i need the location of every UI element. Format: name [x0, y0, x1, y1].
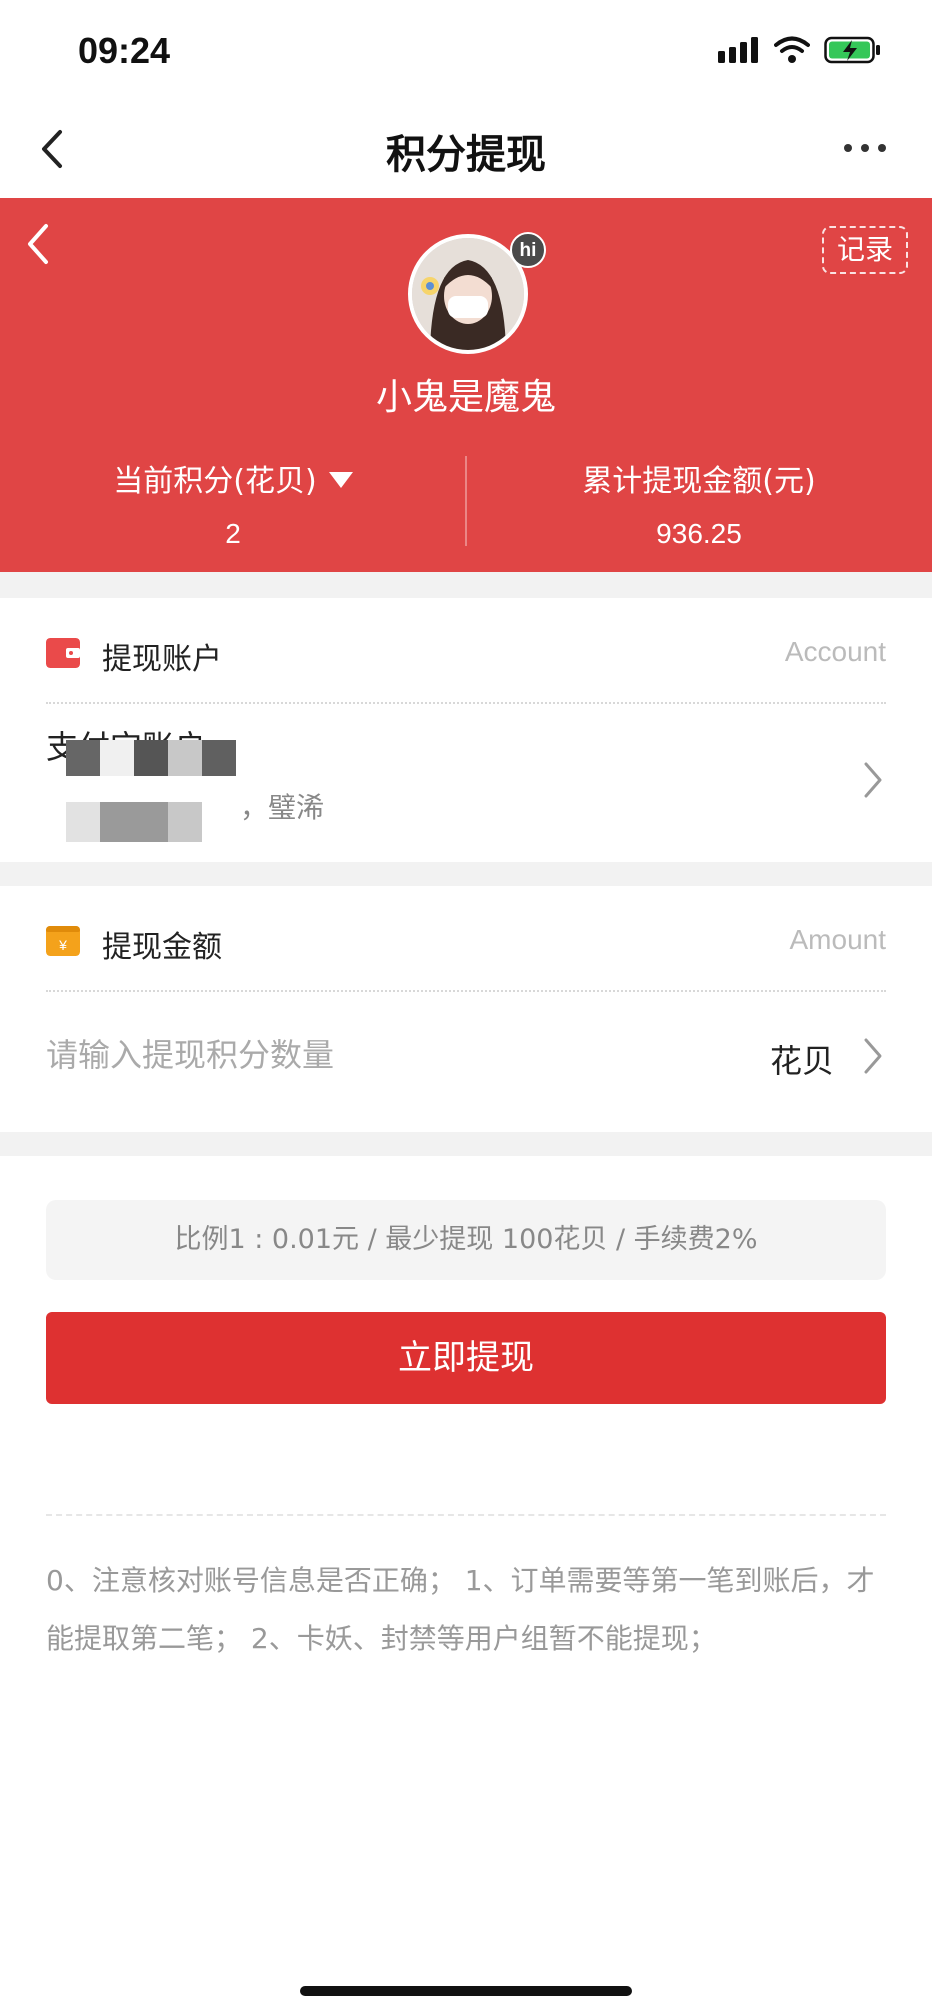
signal-icon [718, 37, 758, 63]
username: 小鬼是魔鬼 [375, 377, 556, 418]
privacy-mosaic-2 [66, 802, 202, 842]
amount-input[interactable]: 请输入提现积分数量 [46, 1030, 334, 1076]
total-label: 累计提现金额(元) [582, 464, 816, 499]
account-section-header: 提现账户 Account [46, 606, 886, 704]
ratio-info: 比例1 : 0.01元 / 最少提现 100花贝 / 手续费2% [46, 1200, 886, 1280]
more-icon[interactable] [838, 126, 892, 170]
total-value: 936.25 [656, 518, 742, 549]
withdraw-button[interactable]: 立即提现 [46, 1312, 886, 1404]
wallet-icon [46, 638, 80, 668]
amount-label: 提现金额 [102, 930, 222, 965]
notes-divider [46, 1514, 886, 1516]
page-title: 积分提现 [386, 132, 546, 178]
amount-unit[interactable]: 花贝 [770, 1036, 834, 1082]
account-owner: ，璧浠 [240, 791, 325, 824]
home-indicator[interactable] [300, 1986, 632, 1996]
amount-label-en: Amount [789, 924, 887, 955]
account-label-en: Account [784, 636, 886, 667]
record-button[interactable]: 记录 [822, 226, 908, 274]
nav-bar: 积分提现 [0, 100, 932, 198]
profile-header: 记录 hi 小鬼是魔鬼 当前积分(花贝) 2 累计提现金额(元) 936.25 [0, 198, 932, 572]
section-gap [0, 572, 932, 598]
total-withdrawn-stat: 累计提现金额(元) 936.25 [466, 456, 932, 550]
account-label: 提现账户 [102, 642, 222, 677]
amount-section-header: ¥ 提现金额 Amount [46, 894, 886, 992]
header-back-icon[interactable] [16, 218, 62, 270]
points-label: 当前积分(花贝) [113, 464, 317, 499]
status-time: 09:24 [78, 30, 171, 71]
points-stat[interactable]: 当前积分(花贝) 2 [0, 456, 466, 550]
status-icons [718, 36, 882, 64]
unit-chevron-right-icon[interactable] [862, 1036, 884, 1076]
yuan-icon: ¥ [46, 926, 80, 956]
chevron-right-icon[interactable] [862, 760, 884, 800]
wifi-icon [774, 36, 810, 63]
notes-text: 0、注意核对账号信息是否正确； 1、订单需要等第一笔到账后，才能提取第二笔； 2… [46, 1564, 875, 1655]
privacy-mosaic [66, 740, 236, 776]
status-bar: 09:24 [0, 0, 932, 100]
section-gap [0, 862, 932, 886]
battery-charging-icon [824, 36, 880, 64]
caret-down-icon[interactable] [328, 471, 353, 488]
points-value: 2 [225, 518, 241, 549]
svg-text:¥: ¥ [58, 937, 67, 953]
section-gap [0, 1132, 932, 1156]
hi-badge: hi [510, 232, 546, 268]
